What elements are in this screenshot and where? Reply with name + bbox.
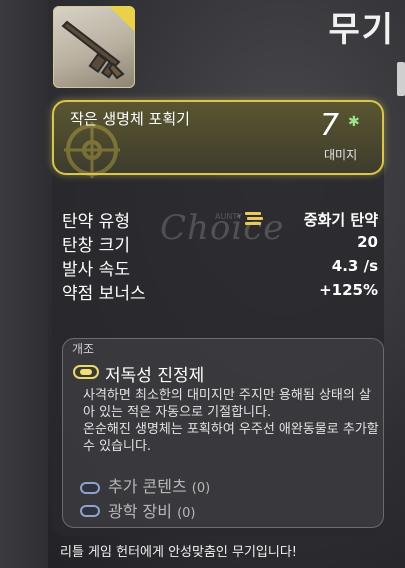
weapon-thumbnail[interactable] xyxy=(53,6,135,88)
weapon-name: 작은 생명체 포획기 xyxy=(70,110,190,128)
stat-value: +125% xyxy=(319,281,378,299)
scroll-indicator[interactable] xyxy=(397,62,405,96)
addon-name: 광학 장비 xyxy=(108,502,172,521)
mod-description-line: 온순해진 생명체는 포획하여 우주선 애완동물로 추가할 수 있습니다. xyxy=(83,422,379,454)
damage-type-icon: ✱ xyxy=(348,114,360,130)
damage-label: 대미지 xyxy=(324,148,358,162)
left-strip xyxy=(0,0,48,568)
stat-row: 탄창 크기 20 xyxy=(62,231,378,256)
heavy-ammo-icon xyxy=(245,212,263,225)
damage-value: 7 xyxy=(320,108,340,143)
mod-name: 저독성 진정제 xyxy=(105,366,205,386)
stats-list: 탄약 유형 중화기 탄약 탄창 크기 20 발사 속도 4.3 /s 약점 보너… xyxy=(62,207,378,304)
stat-label: 약점 보너스 xyxy=(62,284,146,304)
mod-description-line: 사격하면 최소한의 대미지만 주지만 용해됨 상태의 살아 있는 적은 자동으로… xyxy=(83,388,371,420)
weapon-flavor-text: 리틀 게임 헌터에게 안성맞춤인 무기입니다! xyxy=(60,545,298,560)
stat-row: 약점 보너스 +125% xyxy=(62,279,378,304)
addon-optics-label[interactable]: 광학 장비 (0) xyxy=(108,498,195,522)
stat-row: 발사 속도 4.3 /s xyxy=(62,255,378,280)
addon-toggle-content[interactable] xyxy=(80,482,100,494)
addon-count: (0) xyxy=(191,481,211,496)
addon-content-label[interactable]: 추가 콘텐츠 (0) xyxy=(108,473,210,497)
stat-label: 탄약 유형 xyxy=(62,212,130,232)
addon-count: (0) xyxy=(177,506,196,521)
addon-name: 추가 콘텐츠 xyxy=(108,477,187,496)
stat-label: 탄창 크기 xyxy=(62,236,130,256)
stat-value: 4.3 /s xyxy=(331,257,378,275)
mod-description: 사격하면 최소한의 대미지만 주지만 용해됨 상태의 살아 있는 적은 자동으로… xyxy=(83,387,379,455)
stat-value: 20 xyxy=(357,233,378,251)
stat-value: 중화기 탄약 xyxy=(303,211,378,229)
addon-toggle-optics[interactable] xyxy=(80,505,100,517)
mod-toggle-active[interactable] xyxy=(73,365,99,379)
stat-row: 탄약 유형 중화기 탄약 xyxy=(62,207,378,232)
stat-label: 발사 속도 xyxy=(62,260,130,280)
page-title: 무기 xyxy=(328,10,395,50)
mods-section-label: 개조 xyxy=(72,342,95,356)
